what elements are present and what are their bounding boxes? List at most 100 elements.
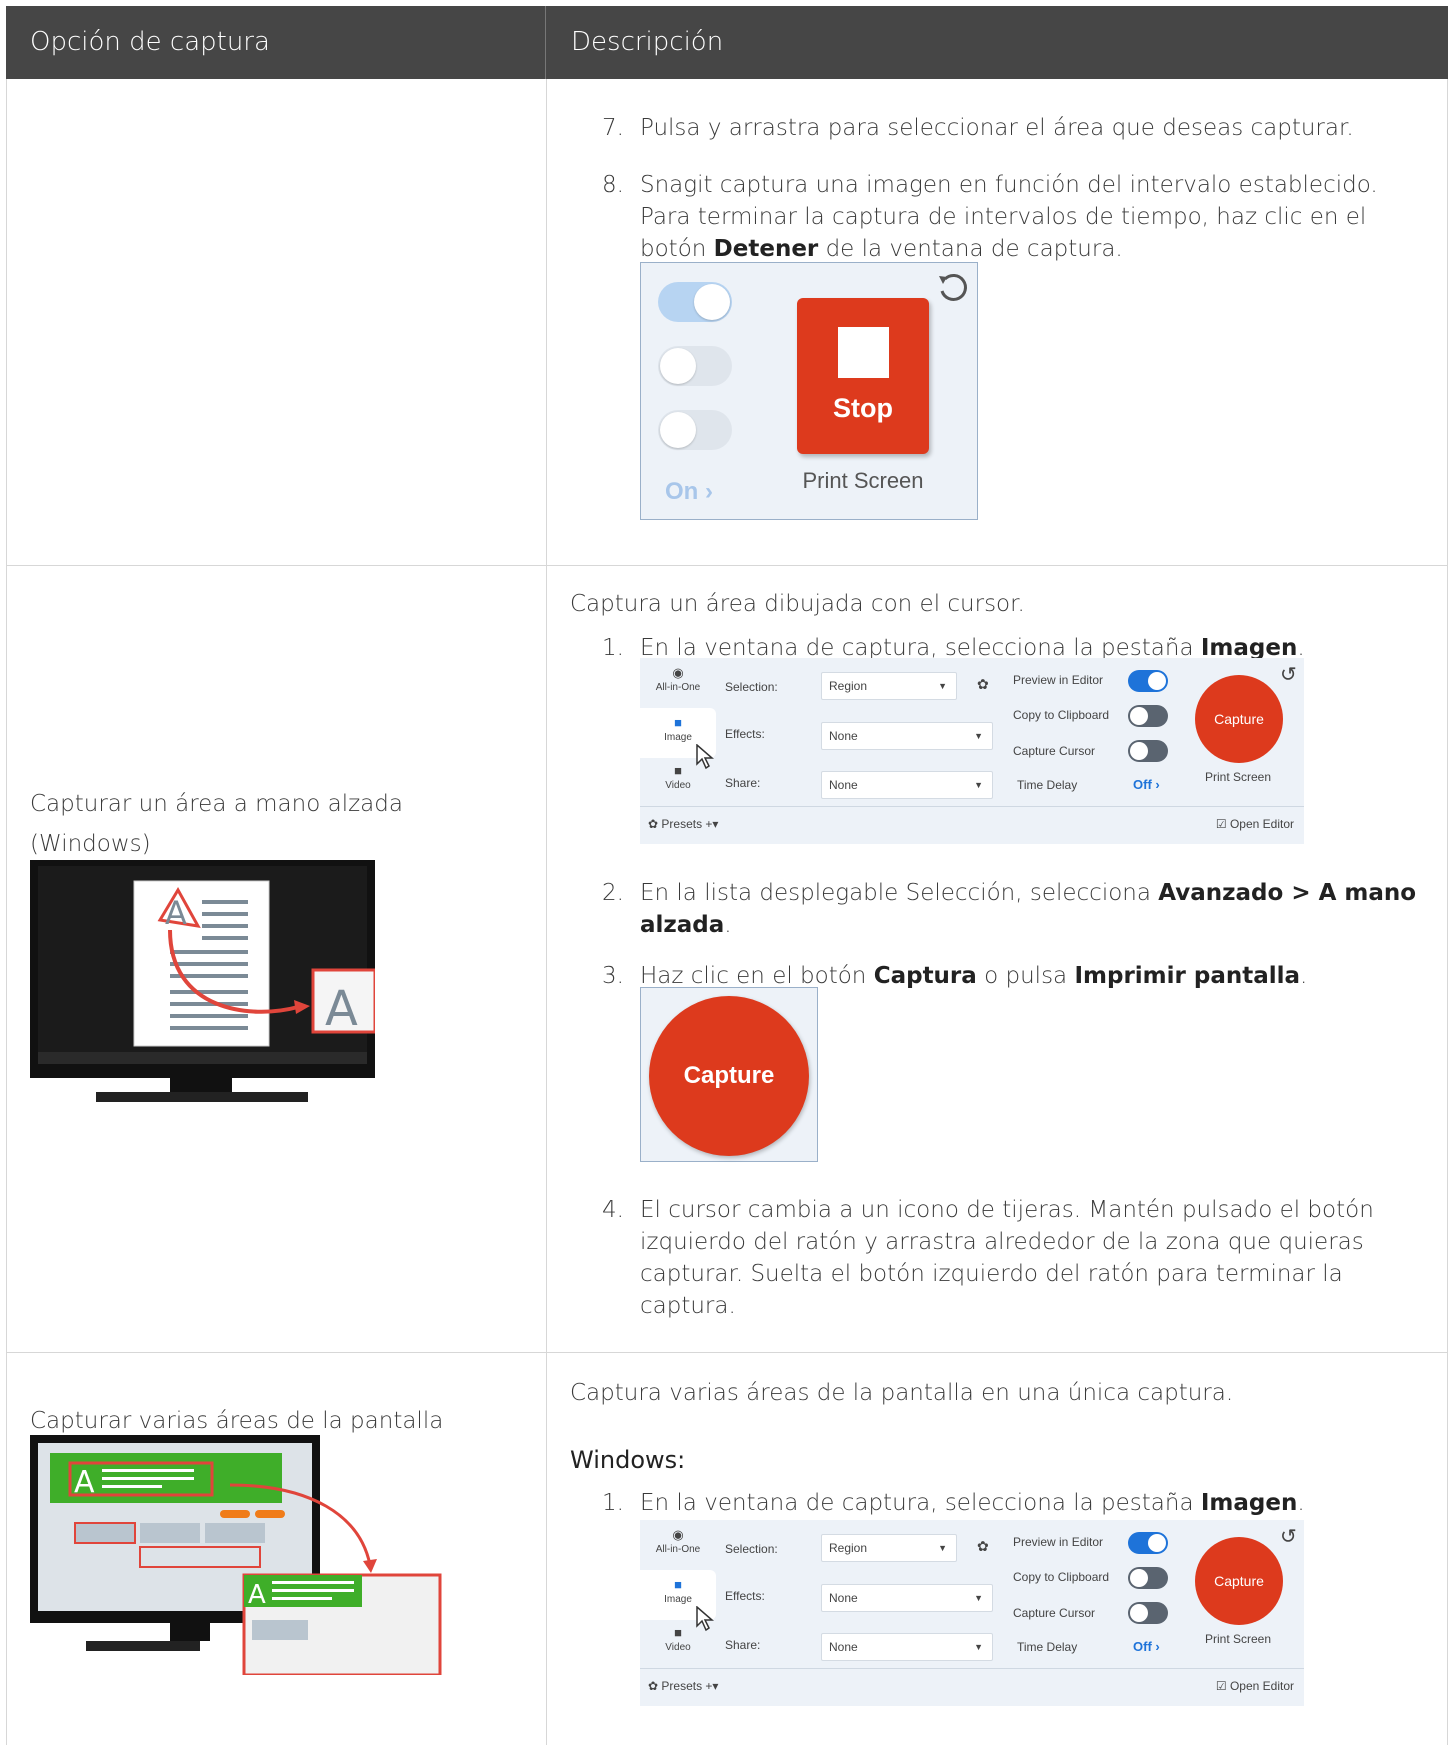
- print-screen-label: Print Screen: [1204, 1632, 1272, 1646]
- effects-label: Effects:: [725, 727, 765, 741]
- option-title: Capturar varias áreas de la pantalla: [30, 1408, 444, 1434]
- capture-window-panel: ◉ All-in-One ■ Image ■ Video Selection: Reg…: [640, 658, 1304, 844]
- reset-icon[interactable]: ↺: [1280, 1524, 1297, 1549]
- delay-label: Time Delay: [1017, 778, 1078, 792]
- option-title: Capturar un área a mano alzada: [30, 791, 403, 817]
- preview-label: Preview in Editor: [1013, 673, 1104, 687]
- print-screen-label: Print Screen: [802, 468, 924, 493]
- cursor-toggle[interactable]: [1128, 1602, 1168, 1624]
- delay-value[interactable]: Off ›: [1133, 777, 1160, 792]
- chevron-down-icon: ▼: [974, 1593, 983, 1603]
- open-editor-label: Open Editor: [1229, 817, 1294, 831]
- header-capture-option: Opción de captura: [6, 6, 546, 79]
- step-text: En la ventana de captura, selecciona la …: [640, 1487, 1305, 1519]
- text-run: .: [1300, 963, 1308, 989]
- option-title: (Windows): [30, 831, 151, 857]
- text-run: o pulsa: [976, 963, 1075, 989]
- tab-label: All-in-One: [655, 682, 701, 693]
- clipboard-toggle[interactable]: [1128, 1567, 1168, 1589]
- cursor-label: Capture Cursor: [1013, 744, 1096, 758]
- text-run: En la ventana de captura, selecciona la …: [640, 1490, 1201, 1516]
- chevron-down-icon: ▼: [938, 681, 947, 691]
- effects-value: None: [829, 1591, 858, 1605]
- preview-toggle[interactable]: [1128, 1532, 1168, 1554]
- open-editor-button[interactable]: ☑ Open Editor: [1216, 817, 1294, 831]
- selection-value: Region: [829, 679, 868, 693]
- tab-label: All-in-One: [655, 1544, 701, 1555]
- effects-dropdown[interactable]: None ▼: [821, 1584, 993, 1612]
- clipboard-toggle[interactable]: [1128, 705, 1168, 727]
- stop-button[interactable]: Stop: [797, 298, 929, 454]
- share-value: None: [829, 1640, 858, 1654]
- open-editor-label: Open Editor: [1229, 1679, 1294, 1693]
- reset-icon[interactable]: ↺: [1280, 662, 1297, 687]
- print-screen-label: Print Screen: [1204, 770, 1272, 784]
- text-run: En la lista desplegable Selección, selec…: [640, 880, 1159, 906]
- bold-term: Imprimir pantalla: [1074, 963, 1301, 989]
- capture-button-image: Capture: [640, 987, 818, 1162]
- open-editor-button[interactable]: ☑ Open Editor: [1216, 1679, 1294, 1693]
- gear-icon: ✿: [648, 1679, 662, 1693]
- edit-icon: ☑: [1215, 817, 1230, 831]
- camera-icon: ■: [674, 1577, 682, 1592]
- intro-text: Captura varias áreas de la pantalla en u…: [570, 1380, 1234, 1406]
- capture-tabs: ◉ All-in-One ■ Image ■ Video: [640, 658, 716, 806]
- cursor-icon: [696, 744, 714, 770]
- share-dropdown[interactable]: None ▼: [821, 1633, 993, 1661]
- share-dropdown[interactable]: None ▼: [821, 771, 993, 799]
- chevron-down-icon: ▼: [938, 1543, 947, 1553]
- svg-text:A: A: [74, 1465, 95, 1500]
- chevron-down-icon: ▼: [974, 731, 983, 741]
- bold-term: Imagen: [1200, 1490, 1298, 1516]
- step-number: 4.: [602, 1197, 624, 1223]
- cursor-toggle[interactable]: [1128, 740, 1168, 762]
- presets-button[interactable]: ✿ Presets +▾: [648, 817, 718, 831]
- selection-label: Selection:: [725, 680, 778, 694]
- step-text: botón Detener de la ventana de captura.: [640, 233, 1123, 265]
- svg-text:A: A: [165, 894, 187, 932]
- toggle-off: [658, 346, 732, 386]
- capture-button[interactable]: Capture: [1195, 675, 1283, 763]
- svg-text:A: A: [325, 981, 358, 1037]
- gear-icon[interactable]: ✿: [977, 676, 989, 693]
- capture-window-panel: ◉ All-in-One ■ Image ■ Video Selection: Reg…: [640, 1520, 1304, 1706]
- cursor-icon: [696, 1606, 714, 1632]
- add-preset-icon: +▾: [705, 1679, 719, 1693]
- selection-dropdown[interactable]: Region ▼: [821, 672, 957, 700]
- tab-label: Video: [665, 780, 691, 791]
- tab-all-in-one[interactable]: ◉ All-in-One: [640, 658, 716, 708]
- intro-text: Captura un área dibujada con el cursor.: [570, 591, 1025, 617]
- delay-value[interactable]: Off ›: [1133, 1639, 1160, 1654]
- gear-icon[interactable]: ✿: [977, 1538, 989, 1555]
- step-text: Pulsa y arrastra para seleccionar el áre…: [640, 115, 1354, 141]
- effects-dropdown[interactable]: None ▼: [821, 722, 993, 750]
- capture-button[interactable]: Capture: [1195, 1537, 1283, 1625]
- presets-button[interactable]: ✿ Presets +▾: [648, 1679, 718, 1693]
- step-number: 8.: [602, 172, 624, 198]
- share-label: Share:: [725, 776, 761, 790]
- panel-footer: ✿ Presets +▾ ☑ Open Editor: [640, 806, 1304, 845]
- edit-icon: ☑: [1215, 1679, 1230, 1693]
- tab-all-in-one[interactable]: ◉ All-in-One: [640, 1520, 716, 1570]
- header-description: Descripción: [571, 27, 724, 57]
- step-number: 1.: [602, 635, 624, 661]
- capture-button[interactable]: Capture: [649, 996, 809, 1156]
- clipboard-label: Copy to Clipboard: [1013, 708, 1110, 722]
- share-label: Share:: [725, 1638, 761, 1652]
- bold-term: alzada: [640, 912, 725, 938]
- step-text: Para terminar la captura de intervalos d…: [640, 204, 1367, 230]
- bold-term: Avanzado > A mano: [1158, 880, 1417, 906]
- delay-label: Time Delay: [1017, 1640, 1078, 1654]
- step-text: capturar. Suelta el botón izquierdo del …: [640, 1261, 1343, 1287]
- selection-label: Selection:: [725, 1542, 778, 1556]
- step-number: 7.: [602, 115, 624, 141]
- section-heading: Windows:: [570, 1446, 686, 1474]
- selection-dropdown[interactable]: Region ▼: [821, 1534, 957, 1562]
- chevron-down-icon: ▼: [974, 780, 983, 790]
- step-number: 2.: [602, 880, 624, 906]
- preview-toggle[interactable]: [1128, 670, 1168, 692]
- capture-tabs: ◉ All-in-One ■ Image ■ Video: [640, 1520, 716, 1668]
- text-run: de la ventana de captura.: [818, 236, 1123, 262]
- reset-icon: [939, 274, 967, 301]
- all-in-one-icon: ◉: [672, 665, 684, 680]
